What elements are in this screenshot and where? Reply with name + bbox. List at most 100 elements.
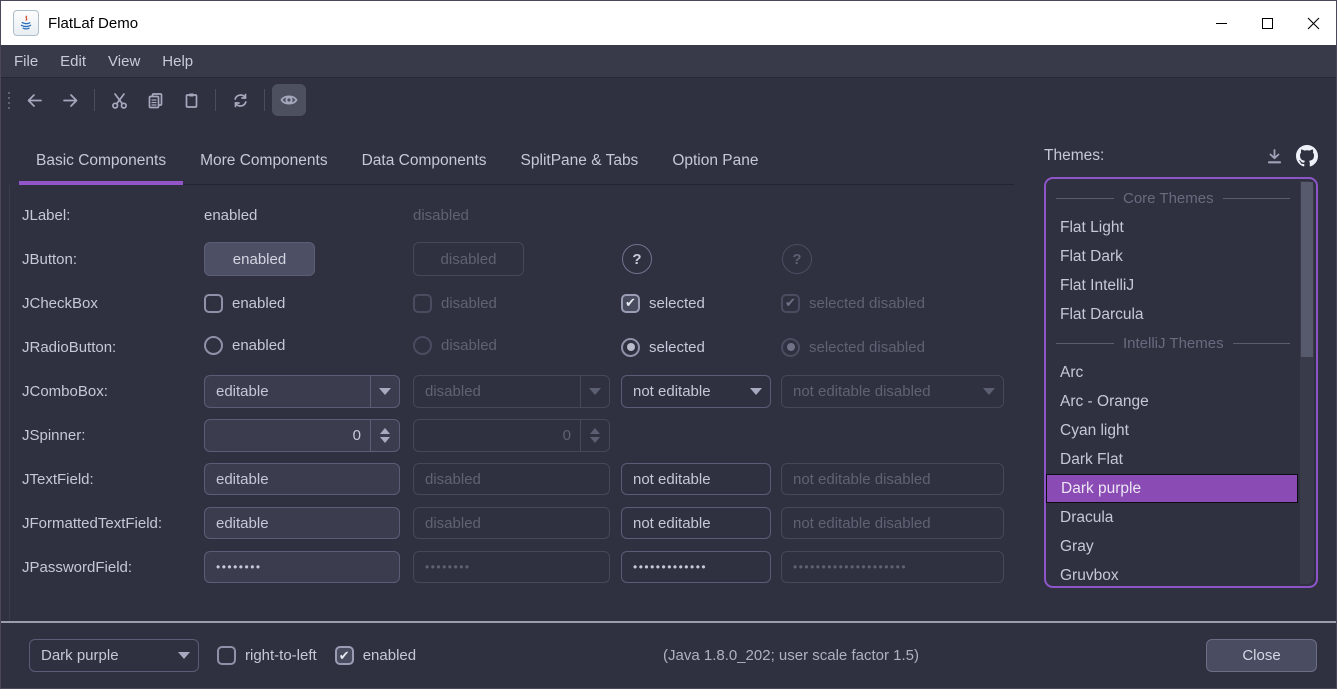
theme-item-flat-intellij[interactable]: Flat IntelliJ: [1046, 271, 1298, 300]
menu-file[interactable]: File: [3, 45, 49, 77]
show-toggle-button[interactable]: [272, 84, 306, 116]
row-label: JSpinner:: [22, 427, 204, 444]
spinner-arrows[interactable]: [370, 420, 399, 451]
spinner-up-icon: [590, 428, 600, 434]
combobox-editable[interactable]: editable: [204, 375, 400, 408]
enabled-checkbox[interactable]: ✔ enabled: [335, 646, 416, 665]
checkbox-icon: ✔: [217, 646, 236, 665]
theme-select-combobox[interactable]: Dark purple: [29, 639, 199, 672]
theme-item-dark-purple-selected[interactable]: Dark purple: [1046, 474, 1298, 503]
checkbox-selected[interactable]: ✔selected: [621, 294, 705, 313]
tab-basic-components[interactable]: Basic Components: [19, 122, 183, 184]
menu-view[interactable]: View: [97, 45, 151, 77]
themes-panel: Themes: Core Themes Flat: [1014, 122, 1336, 621]
jcheckbox-row: JCheckBox ✔enabled ✔disabled ✔selected ✔…: [22, 281, 1014, 325]
radio-icon: [204, 336, 223, 355]
close-button[interactable]: Close: [1206, 639, 1317, 672]
back-button[interactable]: [17, 84, 51, 116]
tab-data-components[interactable]: Data Components: [345, 122, 504, 184]
jbutton-row: JButton: enabled disabled ? ?: [22, 237, 1014, 281]
row-label: JRadioButton:: [22, 339, 204, 356]
spinner-down-icon[interactable]: [380, 437, 390, 443]
textfield-not-editable-disabled: not editable disabled: [781, 463, 1004, 495]
toolbar-separator: [94, 89, 95, 111]
checkbox-enabled[interactable]: ✔enabled: [204, 294, 285, 313]
toolbar-grip[interactable]: [8, 92, 10, 109]
forward-button[interactable]: [53, 84, 87, 116]
download-button[interactable]: [1265, 147, 1284, 166]
minimize-button[interactable]: [1198, 1, 1244, 45]
tab-more-components[interactable]: More Components: [183, 122, 345, 184]
close-window-button[interactable]: [1290, 1, 1336, 45]
radio-enabled[interactable]: enabled: [204, 336, 285, 355]
window-title: FlatLaf Demo: [48, 15, 138, 32]
textfield-disabled: disabled: [413, 463, 610, 495]
checkbox-icon: ✔: [413, 294, 432, 313]
textfield-not-editable[interactable]: not editable: [621, 463, 771, 495]
chevron-down-icon: [974, 376, 1003, 407]
radio-icon: [413, 336, 432, 355]
basic-components-panel: JLabel: enabled disabled JButton: enable…: [9, 185, 1014, 621]
refresh-button[interactable]: [223, 84, 257, 116]
theme-item-arc-orange[interactable]: Arc - Orange: [1046, 387, 1298, 416]
passwordfield-not-editable-disabled: ••••••••••••••••••••: [781, 551, 1004, 583]
passwordfield-not-editable[interactable]: •••••••••••••: [621, 551, 771, 583]
bottom-bar: Dark purple ✔ right-to-left ✔ enabled (J…: [1, 621, 1336, 688]
back-arrow-icon: [25, 91, 44, 110]
chevron-down-icon: [169, 640, 198, 671]
app-window: FlatLaf Demo File Edit View Help: [0, 0, 1337, 689]
theme-item-arc[interactable]: Arc: [1046, 358, 1298, 387]
list-separator-intellij-themes: IntelliJ Themes: [1046, 329, 1298, 358]
spinner-enabled[interactable]: 0: [204, 419, 400, 452]
row-label: JCheckBox: [22, 295, 204, 312]
tab-option-pane[interactable]: Option Pane: [655, 122, 775, 184]
spinner-up-icon[interactable]: [380, 428, 390, 434]
textfield-editable[interactable]: editable: [204, 463, 400, 495]
theme-item-flat-dark[interactable]: Flat Dark: [1046, 242, 1298, 271]
enabled-button[interactable]: enabled: [204, 242, 315, 276]
cut-icon: [110, 91, 129, 110]
combobox-not-editable-disabled: not editable disabled: [781, 375, 1004, 408]
status-text: (Java 1.8.0_202; user scale factor 1.5): [663, 647, 919, 664]
copy-button[interactable]: [138, 84, 172, 116]
menu-edit[interactable]: Edit: [49, 45, 97, 77]
theme-item-dracula[interactable]: Dracula: [1046, 503, 1298, 532]
paste-button[interactable]: [174, 84, 208, 116]
checkbox-selected-disabled: ✔selected disabled: [781, 294, 925, 313]
passwordfield-disabled: ••••••••: [413, 551, 610, 583]
themes-list: Core Themes Flat Light Flat Dark Flat In…: [1044, 177, 1318, 588]
theme-item-gruvbox[interactable]: Gruvbox: [1046, 561, 1298, 588]
checkbox-checked-icon: ✔: [781, 294, 800, 313]
theme-item-cyan-light[interactable]: Cyan light: [1046, 416, 1298, 445]
passwordfield-editable[interactable]: ••••••••: [204, 551, 400, 583]
theme-item-flat-darcula[interactable]: Flat Darcula: [1046, 300, 1298, 329]
row-label: JTextField:: [22, 471, 204, 488]
jformattedtextfield-row: JFormattedTextField: editable disabled n…: [22, 501, 1014, 545]
theme-item-flat-light[interactable]: Flat Light: [1046, 213, 1298, 242]
menu-help[interactable]: Help: [151, 45, 204, 77]
github-button[interactable]: [1296, 145, 1318, 167]
formatted-textfield-not-editable-disabled: not editable disabled: [781, 507, 1004, 539]
combobox-not-editable[interactable]: not editable: [621, 375, 771, 408]
checkbox-checked-icon: ✔: [621, 294, 640, 313]
themes-scrollbar[interactable]: [1300, 181, 1314, 584]
cut-button[interactable]: [102, 84, 136, 116]
spinner-down-icon: [590, 437, 600, 443]
help-button-disabled: ?: [782, 244, 812, 274]
maximize-button[interactable]: [1244, 1, 1290, 45]
java-cup-icon: [17, 14, 35, 32]
theme-item-dark-flat[interactable]: Dark Flat: [1046, 445, 1298, 474]
help-button[interactable]: ?: [622, 244, 652, 274]
formatted-textfield-editable[interactable]: editable: [204, 507, 400, 539]
tab-splitpane-tabs[interactable]: SplitPane & Tabs: [504, 122, 656, 184]
radio-selected[interactable]: selected: [621, 338, 705, 357]
theme-item-gray[interactable]: Gray: [1046, 532, 1298, 561]
toolbar: [1, 78, 1336, 122]
formatted-textfield-not-editable[interactable]: not editable: [621, 507, 771, 539]
chevron-down-icon[interactable]: [370, 376, 399, 407]
scrollbar-thumb[interactable]: [1301, 182, 1313, 357]
right-to-left-checkbox[interactable]: ✔ right-to-left: [217, 646, 317, 665]
copy-icon: [146, 91, 165, 110]
menubar: File Edit View Help: [1, 45, 1336, 78]
themes-header: Themes:: [1044, 143, 1318, 169]
